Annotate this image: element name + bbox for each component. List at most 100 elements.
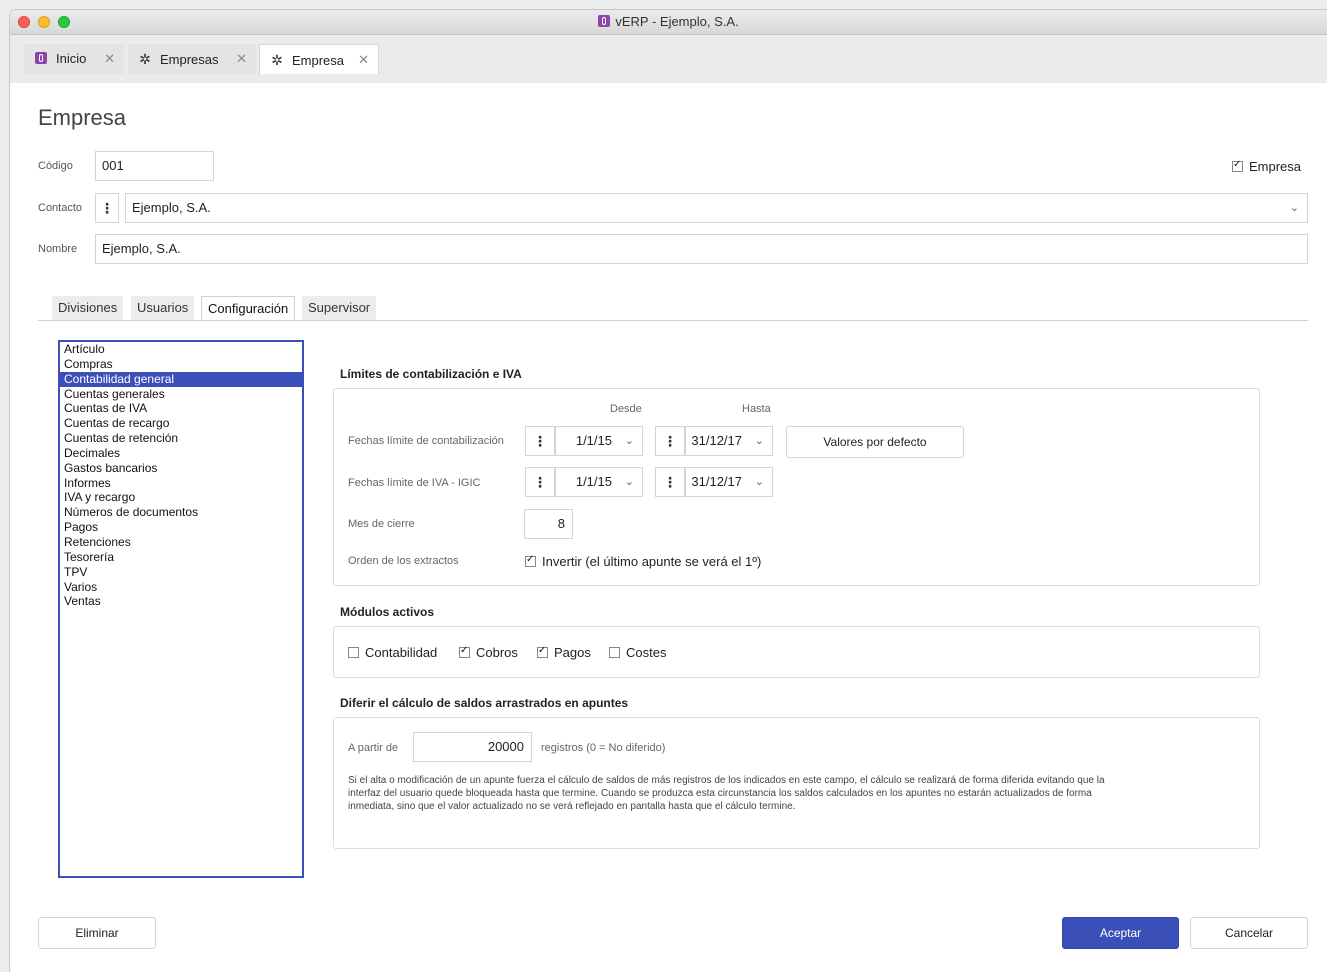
orden-label: Orden de los extractos xyxy=(348,555,459,567)
tab-divisiones[interactable]: Divisiones xyxy=(52,296,124,320)
list-item[interactable]: Pagos xyxy=(60,520,302,535)
diferir-registros-field[interactable]: 20000 xyxy=(413,732,532,762)
cancelar-button[interactable]: Cancelar xyxy=(1190,917,1308,949)
app-icon xyxy=(32,44,50,74)
contab-desde-field[interactable]: 1/1/15 ⌄ xyxy=(555,426,643,456)
contacto-label: Contacto xyxy=(38,202,83,214)
checkbox-box[interactable] xyxy=(459,645,470,658)
list-item[interactable]: IVA y recargo xyxy=(60,490,302,505)
a-partir-label: A partir de xyxy=(348,742,399,754)
document-tab-bar: Inicio ✕ ✲ Empresas ✕ ✲ Empresa ✕ xyxy=(10,35,1327,83)
pagos-checkbox[interactable]: Pagos xyxy=(537,644,591,662)
diferir-help-text: Si el alta o modificación de un apunte f… xyxy=(348,774,1248,813)
checkbox-label: Pagos xyxy=(554,645,591,660)
list-item[interactable]: Cuentas de retención xyxy=(60,431,302,446)
list-item[interactable]: Tesorería xyxy=(60,550,302,565)
help-line: interfaz del usuario quede bloqueada has… xyxy=(348,788,1092,799)
invertir-label: Invertir (el último apunte se verá el 1º… xyxy=(542,554,762,569)
date-value: 31/12/17 xyxy=(691,474,742,489)
list-item[interactable]: Cuentas de recargo xyxy=(60,416,302,431)
cobros-checkbox[interactable]: Cobros xyxy=(459,644,518,662)
config-category-list[interactable]: Artículo Compras Contabilidad general Cu… xyxy=(58,340,304,878)
close-tab-icon[interactable]: ✕ xyxy=(104,44,115,74)
gear-icon: ✲ xyxy=(139,51,151,67)
empresa-checkbox[interactable]: Empresa xyxy=(1231,159,1301,174)
title-bar: vERP - Ejemplo, S.A. xyxy=(10,10,1327,35)
costes-checkbox[interactable]: Costes xyxy=(609,644,666,662)
eliminar-button[interactable]: Eliminar xyxy=(38,917,156,949)
invertir-checkbox[interactable]: Invertir (el último apunte se verá el 1º… xyxy=(525,553,761,571)
chevron-down-icon: ⌄ xyxy=(754,476,764,488)
date-value: 31/12/17 xyxy=(691,433,742,448)
checkbox-box[interactable] xyxy=(537,645,548,658)
tab-inicio[interactable]: Inicio ✕ xyxy=(24,44,124,74)
chevron-down-icon: ⌄ xyxy=(754,435,764,447)
tab-empresa[interactable]: ✲ Empresa ✕ xyxy=(259,44,379,74)
chevron-down-icon: ⌄ xyxy=(624,435,634,447)
date-value: 1/1/15 xyxy=(575,474,612,489)
list-item[interactable]: TPV xyxy=(60,565,302,580)
registros-suffix: registros (0 = No diferido) xyxy=(541,742,666,754)
gear-icon: ✲ xyxy=(271,52,283,68)
list-item-selected[interactable]: Contabilidad general xyxy=(60,371,302,387)
app-window: vERP - Ejemplo, S.A. Inicio ✕ ✲ Empresas … xyxy=(10,10,1327,972)
list-item[interactable]: Decimales xyxy=(60,446,302,461)
list-item[interactable]: Gastos bancarios xyxy=(60,461,302,476)
iva-desde-more-button[interactable]: ⋮ xyxy=(525,467,555,497)
contacto-value: Ejemplo, S.A. xyxy=(132,200,211,215)
codigo-field[interactable]: 001 xyxy=(95,151,214,181)
tab-empresas[interactable]: ✲ Empresas ✕ xyxy=(128,44,256,74)
list-item[interactable]: Varios xyxy=(60,580,302,595)
empresa-checkbox-box[interactable] xyxy=(1231,159,1243,172)
tab-configuracion[interactable]: Configuración xyxy=(201,296,296,320)
nombre-field[interactable]: Ejemplo, S.A. xyxy=(95,234,1308,264)
list-item[interactable]: Ventas xyxy=(60,594,302,609)
hasta-header: Hasta xyxy=(742,403,771,415)
limites-section-title: Límites de contabilización e IVA xyxy=(340,367,522,381)
modulos-section-title: Módulos activos xyxy=(340,605,435,619)
contabilidad-checkbox[interactable]: Contabilidad xyxy=(348,644,437,662)
tab-supervisor[interactable]: Supervisor xyxy=(302,296,377,320)
valores-por-defecto-button[interactable]: Valores por defecto xyxy=(786,426,964,458)
date-value: 1/1/15 xyxy=(575,433,612,448)
desde-header: Desde xyxy=(610,403,642,415)
iva-label: Fechas límite de IVA - IGIC xyxy=(348,477,481,489)
modulos-panel: Contabilidad Cobros Pagos Costes xyxy=(333,626,1260,678)
contacto-select[interactable]: Ejemplo, S.A. ⌄ xyxy=(125,193,1308,223)
chevron-down-icon: ⌄ xyxy=(1289,202,1299,214)
list-item[interactable]: Cuentas de IVA xyxy=(60,401,302,416)
checkbox-box[interactable] xyxy=(609,647,620,658)
iva-desde-field[interactable]: 1/1/15 ⌄ xyxy=(555,467,643,497)
list-item[interactable]: Retenciones xyxy=(60,535,302,550)
contab-hasta-field[interactable]: 31/12/17 ⌄ xyxy=(685,426,773,456)
invertir-checkbox-box[interactable] xyxy=(525,554,536,567)
close-tab-icon[interactable]: ✕ xyxy=(358,45,369,75)
checkbox-label: Costes xyxy=(626,645,667,660)
empresa-checkbox-label: Empresa xyxy=(1248,159,1301,174)
chevron-down-icon: ⌄ xyxy=(624,476,634,488)
list-item[interactable]: Cuentas generales xyxy=(60,387,302,402)
close-tab-icon[interactable]: ✕ xyxy=(236,44,247,74)
diferir-section-title: Diferir el cálculo de saldos arrastrados… xyxy=(340,696,629,710)
contacto-more-button[interactable]: ⋮ xyxy=(95,193,119,223)
iva-hasta-more-button[interactable]: ⋮ xyxy=(655,467,685,497)
checkbox-label: Contabilidad xyxy=(365,645,438,660)
list-item[interactable]: Artículo xyxy=(60,342,302,357)
mes-cierre-field[interactable]: 8 xyxy=(524,509,573,539)
iva-hasta-field[interactable]: 31/12/17 ⌄ xyxy=(685,467,773,497)
tab-usuarios[interactable]: Usuarios xyxy=(131,296,195,320)
list-item[interactable]: Compras xyxy=(60,357,302,372)
window-title-text: vERP - Ejemplo, S.A. xyxy=(615,14,739,29)
mes-cierre-label: Mes de cierre xyxy=(348,518,415,530)
aceptar-button[interactable]: Aceptar xyxy=(1062,917,1179,949)
contab-hasta-more-button[interactable]: ⋮ xyxy=(655,426,685,456)
codigo-label: Código xyxy=(38,160,73,172)
tab-label: Empresa xyxy=(292,53,345,68)
contab-desde-more-button[interactable]: ⋮ xyxy=(525,426,555,456)
checkbox-box[interactable] xyxy=(348,647,359,658)
diferir-panel: A partir de 20000 registros (0 = No dife… xyxy=(333,717,1260,849)
page-title: Empresa xyxy=(38,105,127,130)
list-item[interactable]: Números de documentos xyxy=(60,505,302,520)
list-item[interactable]: Informes xyxy=(60,476,302,491)
contab-label: Fechas límite de contabilización xyxy=(348,435,504,447)
